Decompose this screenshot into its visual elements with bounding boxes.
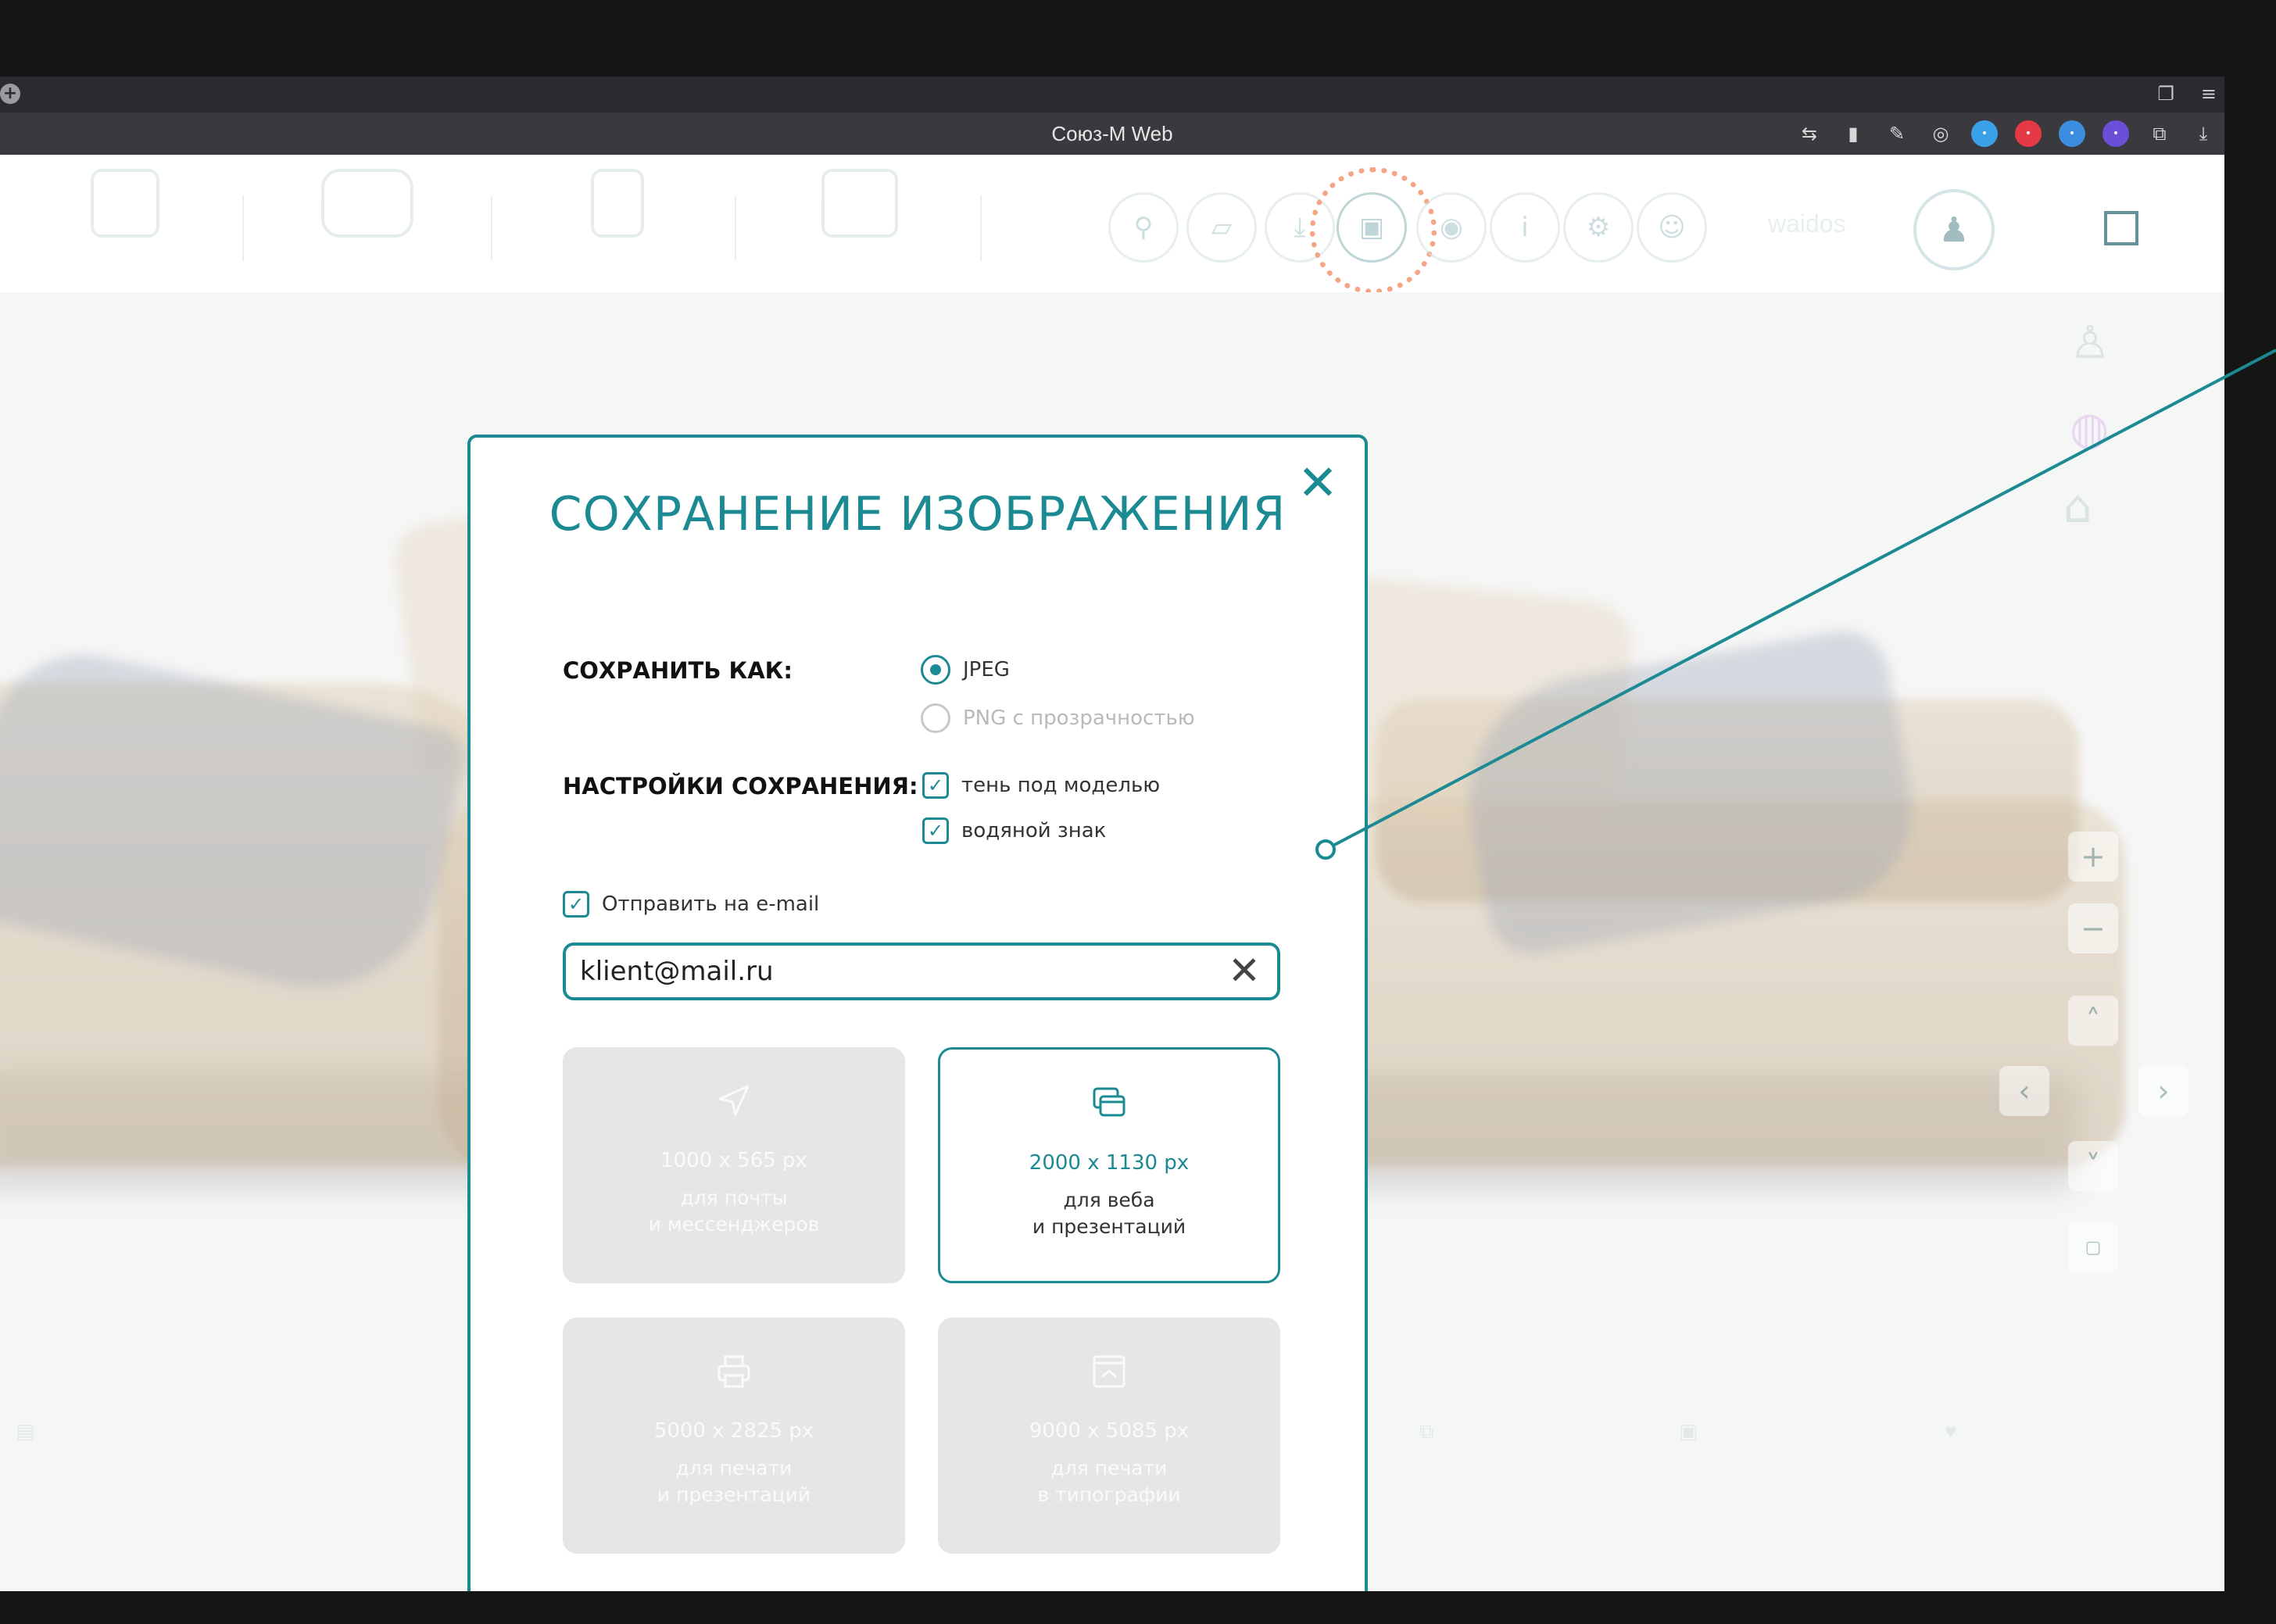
device-frame: + ❐ ≡ Союз-М Web ⇆ ▮ ✎ ◎ • • • • ⧉ ⤓ ⚲ ▱… bbox=[0, 0, 2276, 1624]
callout-line bbox=[1315, 349, 2276, 860]
